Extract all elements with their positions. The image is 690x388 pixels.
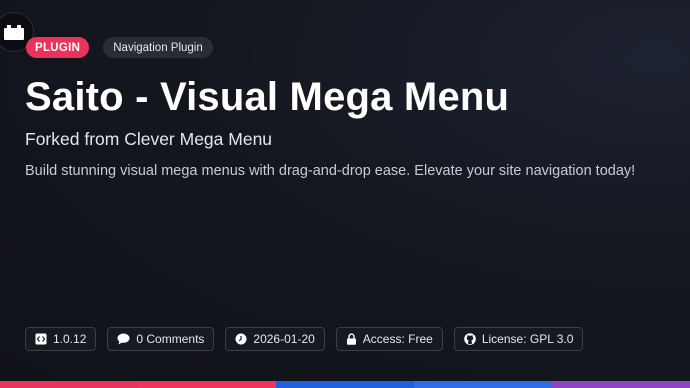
code-icon — [35, 333, 47, 345]
clock-icon — [235, 333, 247, 345]
type-badge: PLUGIN — [26, 37, 90, 58]
license-label: License: GPL 3.0 — [481, 332, 574, 346]
color-bar-segment — [414, 381, 552, 388]
meta-row: 1.0.12 0 Comments 2026-01-20 Access: Fre… — [25, 327, 584, 351]
badge-row: PLUGIN Navigation Plugin — [26, 37, 213, 58]
comments-chip[interactable]: 0 Comments — [107, 327, 215, 351]
comment-icon — [117, 333, 130, 345]
category-badge[interactable]: Navigation Plugin — [103, 37, 213, 58]
page-description: Build stunning visual mega menus with dr… — [25, 163, 636, 179]
github-icon — [464, 333, 476, 345]
lock-icon — [346, 333, 356, 345]
version-chip: 1.0.12 — [25, 327, 97, 351]
access-label: Access: Free — [362, 332, 433, 346]
date-chip: 2026-01-20 — [225, 327, 325, 351]
page-title: Saito - Visual Mega Menu — [25, 75, 510, 119]
date-label: 2026-01-20 — [253, 332, 315, 346]
comments-label: 0 Comments — [136, 332, 205, 346]
page-subtitle: Forked from Clever Mega Menu — [25, 129, 273, 149]
color-bar-segment — [0, 381, 138, 388]
access-chip: Access: Free — [335, 327, 443, 351]
license-chip[interactable]: License: GPL 3.0 — [453, 327, 584, 351]
accent-color-bar — [0, 381, 690, 388]
color-bar-segment — [552, 381, 690, 388]
plugin-block-icon — [4, 25, 24, 40]
color-bar-segment — [276, 381, 414, 388]
color-bar-segment — [138, 381, 276, 388]
version-label: 1.0.12 — [53, 332, 87, 346]
